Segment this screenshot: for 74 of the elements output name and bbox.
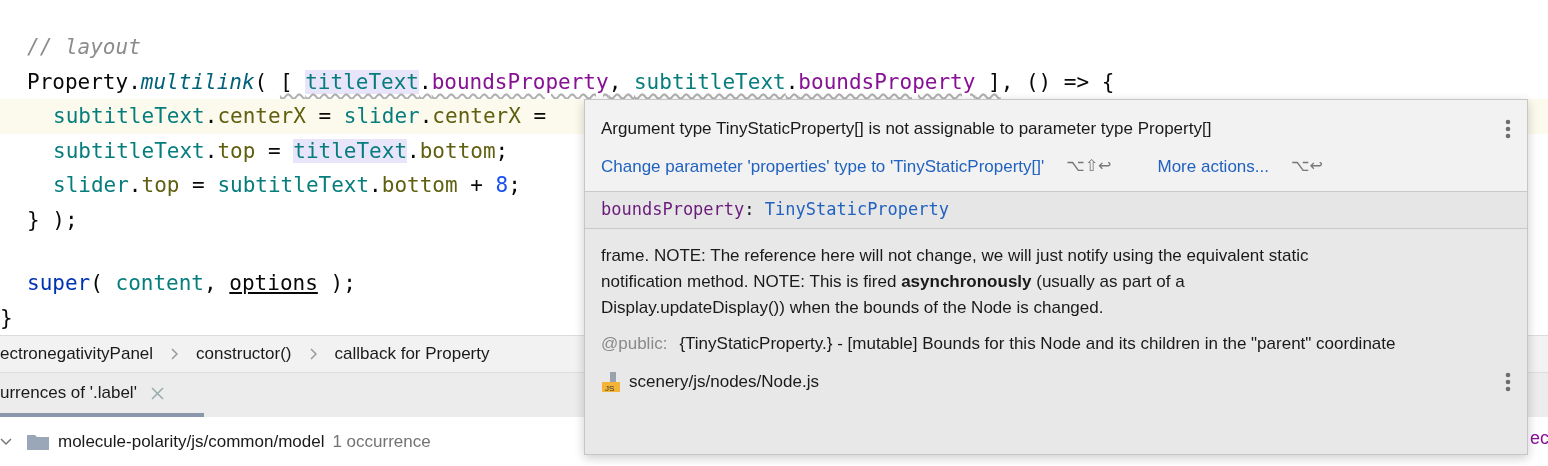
code-token: . [407, 138, 420, 163]
description-text: frame. NOTE: The reference here will not change, we will just notify using the equivalent static notification method. NOTE: This is fired asynchronously (usually as part of a Display.updateDisplay()) when the bounds of the Node is changed. [601, 245, 1310, 319]
code-token: boundsProperty [798, 69, 976, 94]
code-token: subtitleText [53, 138, 205, 163]
code-token: centerX [432, 104, 521, 128]
occurrence-count: 1 occurrence [332, 431, 431, 454]
code-token: Property [27, 69, 129, 94]
breadcrumb-item[interactable]: callback for Property [334, 341, 490, 367]
code-token: + [469, 173, 484, 197]
code-token: , [204, 271, 218, 295]
code-token: ( [90, 271, 104, 295]
code-token: ; [495, 138, 509, 163]
code-token: } ); [27, 207, 78, 232]
code-token: 8 [495, 173, 509, 197]
tag-description: {TinyStaticProperty.} - [mutable] Bounds for this Node and its children in the "parent" coordinate [679, 333, 1397, 355]
code-token: content [115, 271, 205, 295]
code-token: = [532, 104, 547, 128]
type-link[interactable]: TinyStaticProperty [764, 197, 949, 223]
file-path[interactable]: scenery/js/nodes/Node.js [629, 369, 819, 395]
breadcrumb-item[interactable]: ectronegativityPanel [0, 341, 154, 367]
code-token: top [217, 138, 256, 163]
code-token: ] [987, 69, 1001, 94]
code-token: . [128, 173, 142, 197]
separator: : [744, 198, 756, 222]
code-token: . [128, 69, 141, 94]
code-token: bottom [381, 173, 458, 197]
code-token: // layout [27, 35, 141, 59]
code-token: super [27, 271, 91, 295]
code-token: ; [508, 173, 521, 197]
chevron-icon [171, 348, 179, 360]
code-token: , [608, 69, 623, 94]
code-token: slider [53, 173, 129, 197]
code-token: . [419, 104, 433, 128]
code-token: . [419, 69, 432, 94]
code-token: multilink [140, 69, 255, 94]
tool-tab[interactable]: urrences of '.label' [0, 373, 204, 417]
more-icon[interactable] [1505, 118, 1511, 139]
code-token: titleText [305, 69, 419, 94]
code-token: = [317, 104, 333, 128]
code-token: ( [254, 69, 269, 94]
code-token: boundsProperty [431, 69, 609, 94]
code-token: . [369, 173, 382, 197]
breadcrumb-item[interactable]: constructor() [196, 341, 292, 367]
code-token: , () => { [1000, 69, 1115, 94]
tree-item-label[interactable]: molecule-polarity/js/common/model [58, 429, 325, 455]
code-token: titleText [293, 138, 408, 163]
more-icon[interactable] [1505, 371, 1511, 392]
code-token: . [204, 104, 218, 128]
code-token: top [141, 173, 180, 197]
code-token: = [266, 138, 282, 163]
code-token: subtitleText [633, 69, 786, 94]
quick-fix-link[interactable]: Change parameter 'properties' type to 'TinyStaticProperty[]' [601, 153, 1045, 179]
code-token: = [191, 173, 206, 197]
code-token: . [785, 69, 799, 94]
code-token: slider [343, 104, 420, 128]
code-token: } [0, 305, 13, 330]
code-token: ); [329, 271, 356, 295]
chevron-icon [309, 348, 317, 360]
code-token: [ [279, 69, 294, 94]
chevron-icon[interactable] [0, 436, 12, 448]
code-token: bottom [419, 138, 496, 163]
shortcut-hint: ⌥⇧↩ [1066, 155, 1112, 178]
folder-icon [26, 433, 50, 451]
code-token: ec [1530, 427, 1548, 450]
shortcut-hint: ⌥↩ [1291, 155, 1323, 178]
code-token: subtitleText [53, 104, 205, 128]
error-message: Argument type TinyStaticProperty[] is not assignable to parameter type Property[] [601, 118, 1212, 140]
code-token: options [229, 271, 318, 295]
code-token: centerX [217, 104, 306, 128]
code-token: . [204, 138, 218, 163]
tag-label: @public: [601, 333, 668, 355]
quick-fix-link[interactable]: More actions... [1157, 153, 1269, 179]
code-token: subtitleText [217, 173, 370, 197]
property-name: boundsProperty [601, 198, 745, 222]
